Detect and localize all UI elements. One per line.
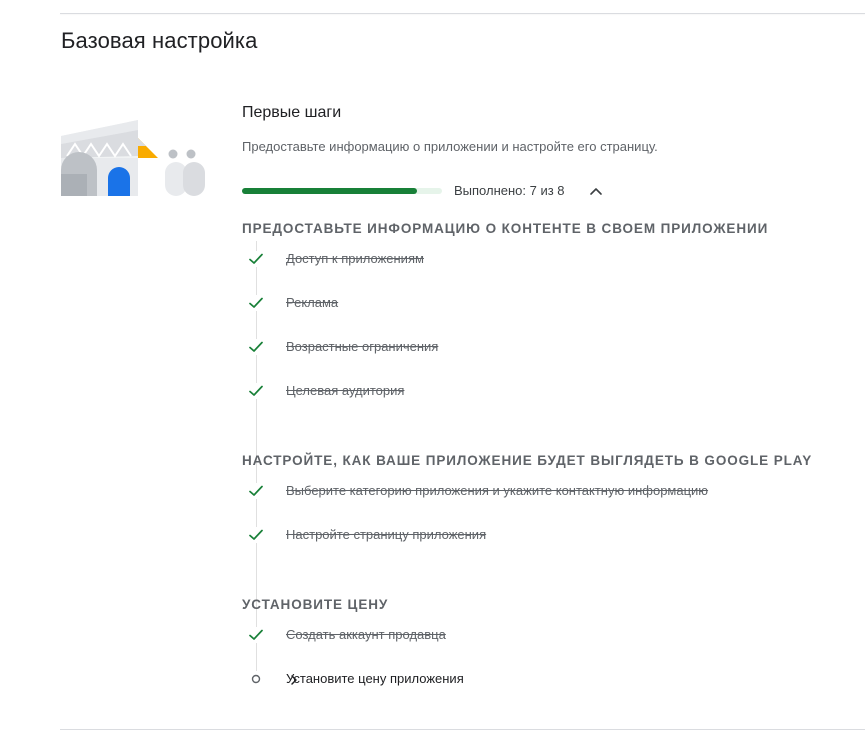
check-icon [246,627,266,643]
group-title: НАСТРОЙТЕ, КАК ВАШЕ ПРИЛОЖЕНИЕ БУДЕТ ВЫГ… [242,453,813,468]
step-label[interactable]: Установите цену приложения [286,671,464,686]
step-item: Доступ к приложениям [246,249,826,269]
step-label: Выберите категорию приложения и укажите … [286,483,709,498]
step-label: Создать аккаунт продавца [286,627,446,642]
pending-circle-icon [246,671,266,687]
page-title: Базовая настройка [61,28,258,53]
group-title: УСТАНОВИТЕ ЦЕНУ [242,597,389,612]
collapse-button[interactable] [586,182,606,200]
check-icon [246,295,266,311]
step-item: Целевая аудитория [246,381,826,401]
top-divider [60,13,865,14]
step-label: Реклама [286,295,339,310]
progress-bar [242,188,442,194]
bottom-divider [60,729,865,730]
group-title: ПРЕДОСТАВЬТЕ ИНФОРМАЦИЮ О КОНТЕНТЕ В СВО… [242,221,769,236]
progress-text: Выполнено: 7 из 8 [454,183,565,198]
step-item: Выберите категорию приложения и укажите … [246,481,826,501]
section-description: Предоставьте информацию о приложении и н… [242,139,658,154]
step-label: Настройте страницу приложения [286,527,487,542]
check-icon [246,483,266,499]
section-heading: Первые шаги [242,104,342,121]
step-label: Возрастные ограничения [286,339,439,354]
step-label: Доступ к приложениям [286,251,424,266]
check-icon [246,251,266,267]
step-item[interactable]: Установите цену приложения [246,669,826,689]
check-icon [246,527,266,543]
chevron-right-icon [289,673,299,692]
check-icon [246,383,266,399]
check-icon [246,339,266,355]
step-item: Создать аккаунт продавца [246,625,826,645]
progress-bar-fill [242,188,417,194]
step-label: Целевая аудитория [286,383,405,398]
step-item: Настройте страницу приложения [246,525,826,545]
chevron-up-icon [590,188,602,195]
setup-illustration [61,120,205,196]
step-item: Возрастные ограничения [246,337,826,357]
step-item: Реклама [246,293,826,313]
